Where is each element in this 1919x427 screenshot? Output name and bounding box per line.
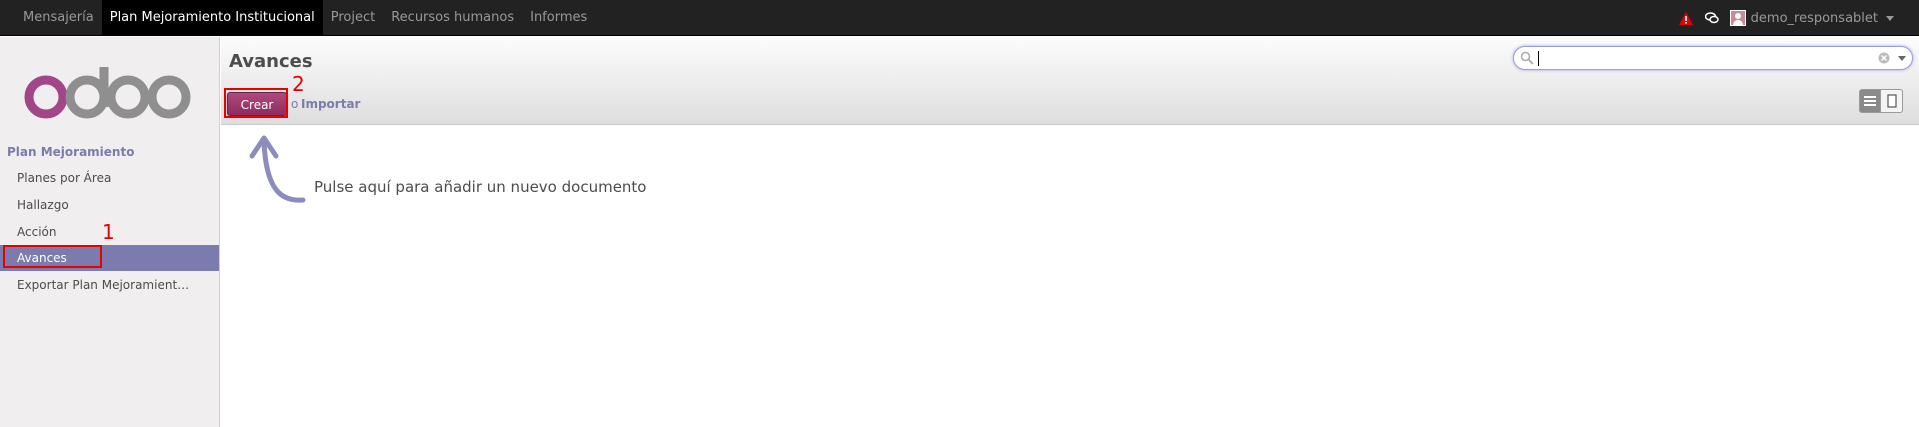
warning-icon[interactable]	[1678, 10, 1694, 26]
sidebar-section-title: Plan Mejoramiento	[7, 145, 135, 159]
sidebar-item-hallazgo[interactable]: Hallazgo	[0, 192, 219, 218]
annotation-number-1: 1	[102, 220, 115, 244]
annotation-number-2: 2	[292, 72, 305, 96]
user-name: demo_responsablet	[1750, 10, 1878, 26]
or-label: o	[291, 97, 299, 111]
menu-item-plan-mejoramiento[interactable]: Plan Mejoramiento Institucional	[101, 0, 323, 36]
chat-icon[interactable]	[1704, 10, 1720, 26]
odoo-logo[interactable]	[24, 67, 194, 123]
user-avatar	[1729, 10, 1746, 26]
menu-item-recursos-humanos[interactable]: Recursos humanos	[383, 0, 522, 36]
text-cursor	[1538, 51, 1539, 66]
menu-item-project[interactable]: Project	[323, 0, 383, 36]
user-menu[interactable]: demo_responsablet	[1729, 10, 1894, 26]
top-menu: Mensajería Plan Mejoramiento Institucion…	[15, 0, 595, 36]
search-icon	[1520, 51, 1534, 65]
sidebar-item-planes-por-area[interactable]: Planes por Área	[0, 165, 219, 191]
search-input[interactable]	[1513, 46, 1913, 70]
annotation-box-1	[3, 245, 102, 268]
page-title: Avances	[229, 51, 313, 72]
form-view-icon[interactable]	[1881, 89, 1903, 113]
top-navbar: Mensajería Plan Mejoramiento Institucion…	[0, 0, 1919, 36]
empty-view-help-text: Pulse aquí para añadir un nuevo document…	[314, 178, 647, 196]
menu-item-mensajeria[interactable]: Mensajería	[15, 0, 102, 36]
list-view-icon[interactable]	[1859, 89, 1881, 113]
chevron-down-icon	[1886, 15, 1894, 21]
annotation-box-2	[224, 88, 288, 118]
menu-item-informes[interactable]: Informes	[522, 0, 595, 36]
curved-arrow-icon	[240, 128, 310, 208]
search-options-dropdown-icon[interactable]	[1898, 56, 1906, 61]
view-header: Avances Crear o Importar	[221, 37, 1919, 125]
view-switcher	[1859, 89, 1903, 113]
import-link[interactable]: Importar	[301, 97, 360, 111]
clear-search-icon[interactable]	[1878, 52, 1890, 64]
top-right-systray: demo_responsablet	[1678, 0, 1919, 36]
sidebar-item-exportar[interactable]: Exportar Plan Mejoramient…	[0, 272, 219, 298]
